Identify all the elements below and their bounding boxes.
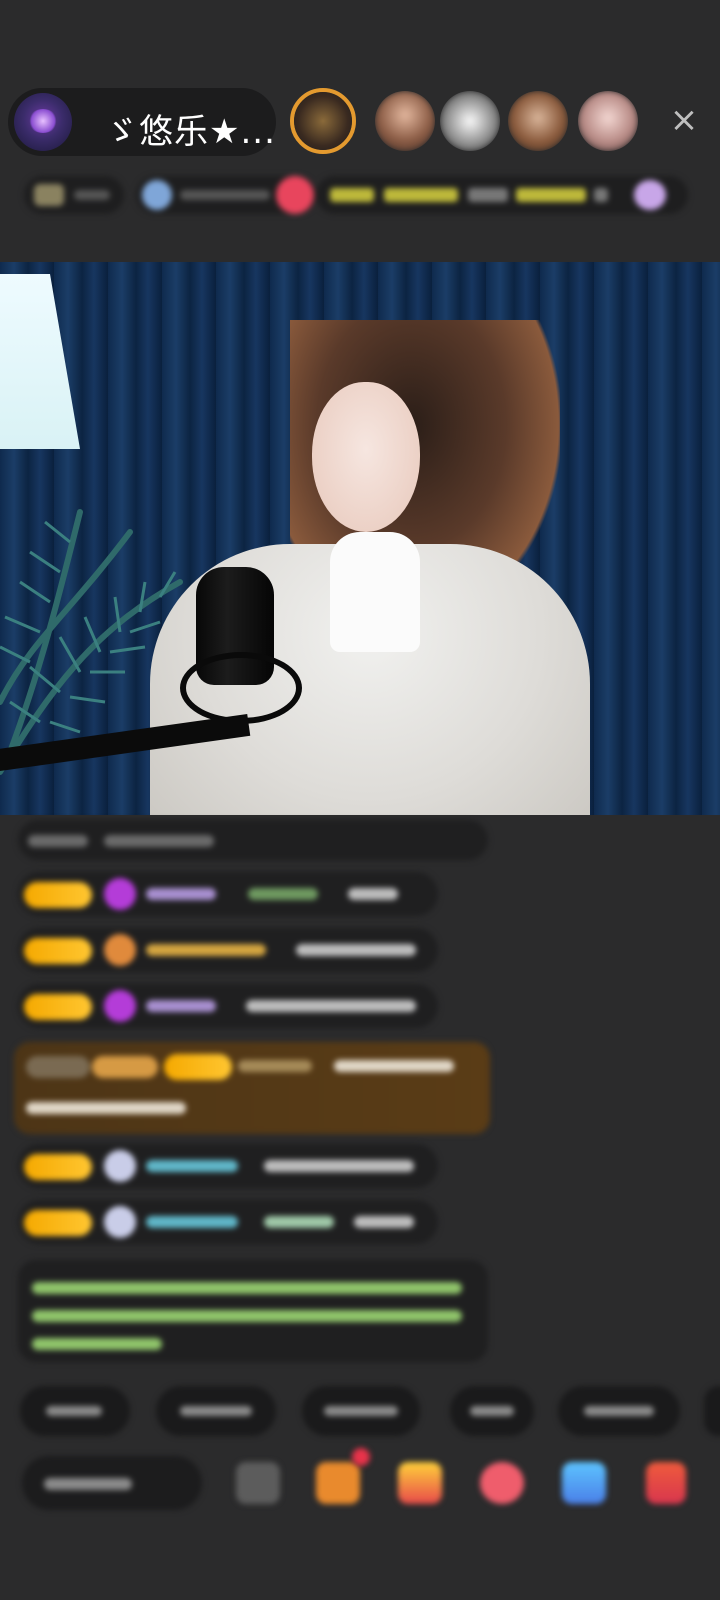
level-badge [24,938,92,964]
info-row [24,172,704,218]
chat-message[interactable] [18,872,438,916]
chat-message[interactable] [18,1144,438,1188]
gift-icon[interactable] [646,1462,686,1504]
chat-input[interactable] [22,1456,202,1510]
heart-icon[interactable] [480,1462,524,1504]
viewer-avatar[interactable] [508,91,568,151]
gift-chat-message[interactable] [14,1042,490,1134]
host-info-pill[interactable]: ゞ悠乐★... [8,88,276,156]
gem-icon [104,990,136,1022]
level-badge [24,1210,92,1236]
shop-icon[interactable] [316,1462,360,1504]
chat-message[interactable] [18,928,438,972]
live-video[interactable] [0,262,720,815]
host-name[interactable]: ゞ悠乐★... [104,104,276,153]
avatar [104,1206,136,1238]
gem-icon [104,878,136,910]
host-avatar[interactable] [14,93,72,151]
chat-message[interactable] [18,820,488,860]
quick-reply-chip[interactable] [450,1386,534,1436]
message-icon[interactable] [562,1462,606,1504]
viewer-avatar[interactable] [290,88,356,154]
quick-reply-chip[interactable] [302,1386,420,1436]
quick-reply-chip[interactable] [20,1386,130,1436]
avatar [104,1150,136,1182]
viewer-avatar[interactable] [375,91,435,151]
emoji-icon[interactable] [236,1462,280,1504]
badge-icon [104,934,136,966]
viewer-avatar[interactable] [440,91,500,151]
level-badge [24,994,92,1020]
streamer-collar [330,532,420,652]
quick-reply-chip[interactable] [704,1386,720,1436]
streamer-face [312,382,420,532]
chat-message[interactable] [18,984,438,1028]
gift-box-icon[interactable] [398,1462,442,1504]
level-badge [24,1154,92,1180]
viewer-avatar[interactable] [578,91,638,151]
level-badge [164,1054,232,1080]
notification-dot [352,1448,370,1466]
microphone-mount [180,652,302,724]
activity-banner[interactable] [316,176,688,214]
level-badge [24,882,92,908]
quick-reply-chip[interactable] [558,1386,680,1436]
lamp-shade [0,274,80,449]
quick-reply-chip[interactable] [156,1386,276,1436]
rank-chip[interactable] [24,176,124,214]
system-notice [18,1260,488,1362]
chat-message[interactable] [18,1200,438,1244]
fans-chip[interactable] [136,176,316,214]
close-icon[interactable]: × [666,102,702,138]
